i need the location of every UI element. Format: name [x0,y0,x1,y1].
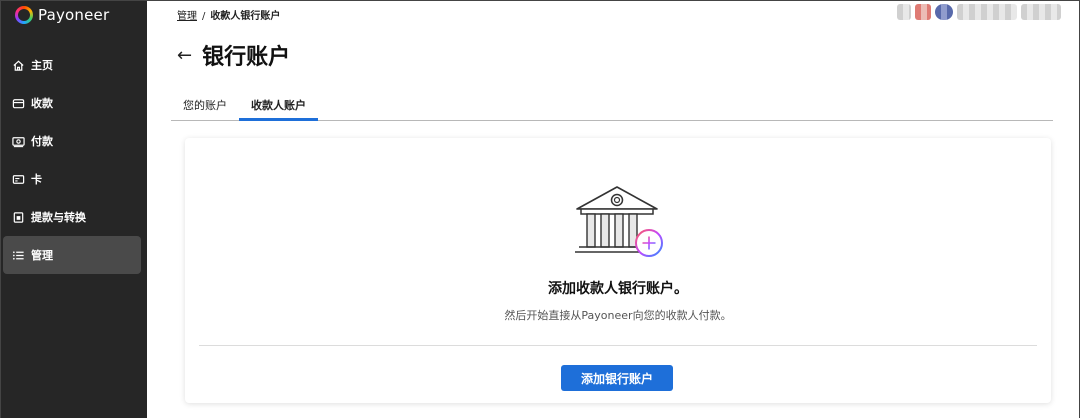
account-menu-redacted[interactable] [1021,4,1061,20]
sidebar-item-payment[interactable]: 付款 [1,122,141,160]
tab-your-accounts[interactable]: 您的账户 [171,91,239,121]
page-header: ← 银行账户 [177,39,290,71]
empty-state-description: 然后开始直接从Payoneer向您的收款人付款。 [504,309,732,322]
help-icon[interactable] [897,4,911,20]
user-area [897,4,1061,20]
payment-icon [11,134,25,148]
main-content: 管理 / 收款人银行账户 ← 银行账户 您的账户 收款人账户 添加收款人银行账户… [147,1,1079,418]
sidebar-nav: 主页 收款 付款 卡 提款与转换 管理 [1,46,147,274]
avatar[interactable] [935,4,953,20]
page-title: 银行账户 [202,45,291,70]
sidebar-item-label: 收款 [31,97,53,110]
tab-payee-accounts[interactable]: 收款人账户 [239,91,318,121]
tab-bar: 您的账户 收款人账户 [171,91,1053,121]
breadcrumb-current: 收款人银行账户 [210,11,281,22]
payoneer-logo-icon [15,6,33,24]
user-name-redacted[interactable] [957,4,1017,20]
breadcrumb: 管理 / 收款人银行账户 [177,7,280,22]
breadcrumb-separator: / [202,11,206,22]
sidebar-item-manage[interactable]: 管理 [3,236,141,274]
sidebar-item-home[interactable]: 主页 [1,46,141,84]
brand-name: Payoneer [38,6,110,24]
sidebar-item-receive[interactable]: 收款 [1,84,141,122]
sidebar-item-label: 管理 [31,249,53,262]
home-icon [11,58,25,72]
breadcrumb-parent-link[interactable]: 管理 [177,11,197,22]
withdraw-icon [11,210,25,224]
card-icon [11,172,25,186]
payoneer-logo[interactable]: Payoneer [15,6,109,24]
back-arrow-icon[interactable]: ← [177,45,192,66]
receive-icon [11,96,25,110]
empty-state-title: 添加收款人银行账户。 [548,281,688,297]
sidebar-item-withdraw[interactable]: 提款与转换 [1,198,141,236]
card-divider [199,345,1037,346]
notification-icon[interactable] [915,4,931,20]
empty-state-card: 添加收款人银行账户。 然后开始直接从Payoneer向您的收款人付款。 添加银行… [185,138,1051,403]
bank-building-icon [575,186,663,257]
sidebar-item-card[interactable]: 卡 [1,160,141,198]
list-icon [11,248,25,262]
sidebar-item-label: 付款 [31,135,53,148]
sidebar-item-label: 卡 [31,173,42,186]
sidebar: Payoneer 主页 收款 付款 卡 提款与转换 管理 [1,1,147,418]
sidebar-item-label: 主页 [31,59,53,72]
add-bank-account-button[interactable]: 添加银行账户 [561,365,673,391]
sidebar-item-label: 提款与转换 [31,211,86,224]
